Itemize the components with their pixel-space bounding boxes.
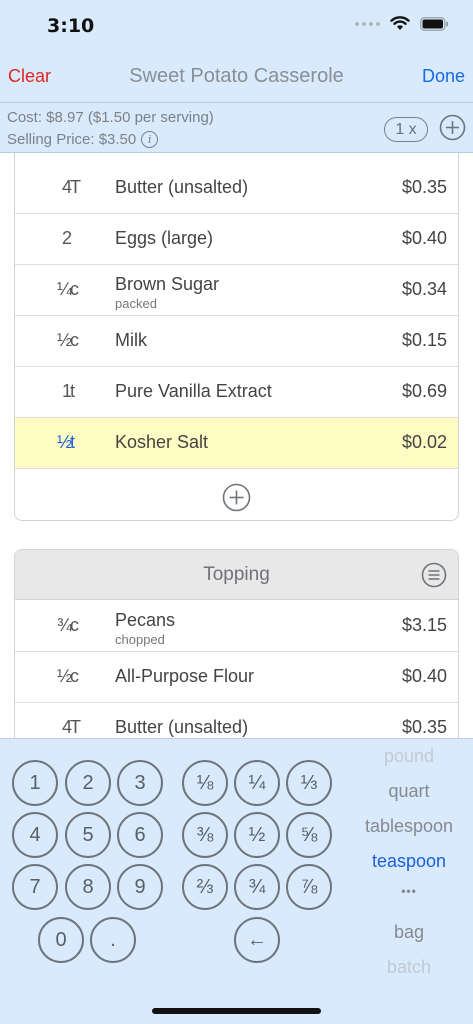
ingredient-price: $0.35 bbox=[401, 717, 447, 737]
unit-option-teaspoon[interactable]: teaspoon bbox=[350, 851, 468, 872]
selling-price-text: Selling Price: $3.50 bbox=[7, 131, 137, 148]
status-bar: 3:10 bbox=[0, 0, 473, 52]
ingredient-list: 4 T Butter (unsalted) $0.35 2 Eggs (larg… bbox=[14, 153, 459, 521]
key-7[interactable]: 7 bbox=[12, 864, 58, 910]
ingredient-price: $0.69 bbox=[401, 381, 447, 401]
ingredient-row[interactable]: ¼ c Brown Sugar packed $0.34 bbox=[15, 265, 458, 316]
key-8[interactable]: 8 bbox=[65, 864, 111, 910]
ingredient-unit: c bbox=[70, 279, 79, 299]
unit-option-quart[interactable]: quart bbox=[350, 781, 468, 802]
home-indicator[interactable] bbox=[152, 1008, 321, 1014]
ingredient-quantity: 2 bbox=[61, 228, 72, 248]
unit-option-batch[interactable]: batch bbox=[350, 957, 468, 978]
ingredient-row[interactable]: 2 Eggs (large) $0.40 bbox=[15, 214, 458, 265]
add-ingredient-icon[interactable] bbox=[439, 114, 466, 141]
cellular-signal-icon bbox=[355, 21, 380, 26]
ingredient-name: Butter (unsalted) bbox=[115, 717, 249, 737]
ingredient-name: Butter (unsalted) bbox=[115, 177, 249, 197]
key-two-thirds[interactable]: ⅔ bbox=[182, 864, 228, 910]
info-icon[interactable]: i bbox=[141, 131, 159, 148]
ingredient-unit: T bbox=[70, 177, 81, 197]
ingredient-row[interactable]: 4 T Butter (unsalted) $0.35 bbox=[15, 163, 458, 214]
ingredient-row[interactable]: ½ c Milk $0.15 bbox=[15, 316, 458, 367]
ingredient-note: chopped bbox=[115, 632, 165, 647]
backspace-key[interactable]: ← bbox=[234, 917, 280, 963]
ingredient-price: $0.40 bbox=[401, 228, 447, 248]
quantity-keypad: 1 2 3 4 5 6 7 8 9 0 . ⅛ ¼ ⅓ ⅜ ½ ⅝ ⅔ ¾ ⅞ … bbox=[0, 738, 473, 1024]
ingredient-price: $0.15 bbox=[401, 330, 447, 350]
key-one-quarter[interactable]: ¼ bbox=[234, 760, 280, 806]
ingredient-name: Pure Vanilla Extract bbox=[115, 381, 272, 401]
add-row-icon[interactable] bbox=[222, 483, 251, 512]
key-9[interactable]: 9 bbox=[117, 864, 163, 910]
key-5[interactable]: 5 bbox=[65, 812, 111, 858]
ingredient-row-selected[interactable]: ½ t Kosher Salt $0.02 bbox=[15, 418, 458, 469]
status-time: 3:10 bbox=[47, 15, 95, 37]
more-units-icon[interactable]: ••• bbox=[350, 884, 468, 898]
key-seven-eighths[interactable]: ⅞ bbox=[286, 864, 332, 910]
ingredient-price: $3.15 bbox=[401, 615, 447, 635]
key-0[interactable]: 0 bbox=[38, 917, 84, 963]
key-decimal[interactable]: . bbox=[90, 917, 136, 963]
ingredient-name: All-Purpose Flour bbox=[115, 666, 255, 686]
unit-option-tablespoon[interactable]: tablespoon bbox=[350, 816, 468, 837]
ingredient-unit: t bbox=[70, 381, 76, 401]
key-one-half[interactable]: ½ bbox=[234, 812, 280, 858]
section-header[interactable]: Topping bbox=[15, 550, 458, 600]
key-one-third[interactable]: ⅓ bbox=[286, 760, 332, 806]
done-button[interactable]: Done bbox=[422, 66, 465, 87]
ingredient-unit: c bbox=[70, 330, 79, 350]
unit-option-pound[interactable]: pound bbox=[350, 746, 468, 767]
status-icons bbox=[355, 16, 449, 31]
ingredient-unit: T bbox=[70, 717, 81, 737]
navigation-bar: Clear Sweet Potato Casserole Done bbox=[0, 52, 473, 102]
section-menu-icon[interactable] bbox=[421, 562, 447, 588]
ingredient-name: Pecans bbox=[115, 610, 176, 630]
unit-picker[interactable]: pound quart tablespoon teaspoon ••• bag … bbox=[350, 739, 468, 1024]
ingredient-name: Milk bbox=[115, 330, 147, 350]
ingredient-name: Brown Sugar bbox=[115, 274, 220, 294]
key-five-eighths[interactable]: ⅝ bbox=[286, 812, 332, 858]
key-3[interactable]: 3 bbox=[117, 760, 163, 806]
key-one-eighth[interactable]: ⅛ bbox=[182, 760, 228, 806]
selling-price-row: Selling Price: $3.50 i bbox=[7, 131, 159, 148]
ingredient-name: Kosher Salt bbox=[115, 432, 209, 452]
ingredient-unit: c bbox=[70, 666, 79, 686]
key-three-eighths[interactable]: ⅜ bbox=[182, 812, 228, 858]
section-title: Topping bbox=[203, 564, 270, 585]
page-title: Sweet Potato Casserole bbox=[129, 65, 344, 87]
battery-icon bbox=[420, 16, 448, 31]
cost-text: Cost: $8.97 ($1.50 per serving) bbox=[7, 109, 214, 126]
ingredient-unit: c bbox=[70, 615, 79, 635]
ingredient-note: packed bbox=[115, 296, 157, 311]
key-2[interactable]: 2 bbox=[65, 760, 111, 806]
key-three-quarters[interactable]: ¾ bbox=[234, 864, 280, 910]
key-4[interactable]: 4 bbox=[12, 812, 58, 858]
ingredient-price: $0.34 bbox=[401, 279, 447, 299]
ingredient-row[interactable]: ¾ c Pecans chopped $3.15 bbox=[15, 601, 458, 652]
cost-summary-bar: Cost: $8.97 ($1.50 per serving) Selling … bbox=[0, 102, 473, 153]
ingredient-name: Eggs (large) bbox=[115, 228, 214, 248]
ingredient-row[interactable]: ½ c All-Purpose Flour $0.40 bbox=[15, 652, 458, 703]
ingredient-unit: t bbox=[70, 432, 76, 452]
ingredient-row[interactable]: 1 t Pure Vanilla Extract $0.69 bbox=[15, 367, 458, 418]
batch-multiplier-button[interactable]: 1 x bbox=[384, 117, 428, 142]
key-6[interactable]: 6 bbox=[117, 812, 163, 858]
ingredient-price: $0.02 bbox=[401, 432, 447, 452]
ingredient-price: $0.35 bbox=[401, 177, 447, 197]
wifi-icon bbox=[390, 16, 410, 30]
key-1[interactable]: 1 bbox=[12, 760, 58, 806]
ingredient-price: $0.40 bbox=[401, 666, 447, 686]
unit-option-bag[interactable]: bag bbox=[350, 922, 468, 943]
